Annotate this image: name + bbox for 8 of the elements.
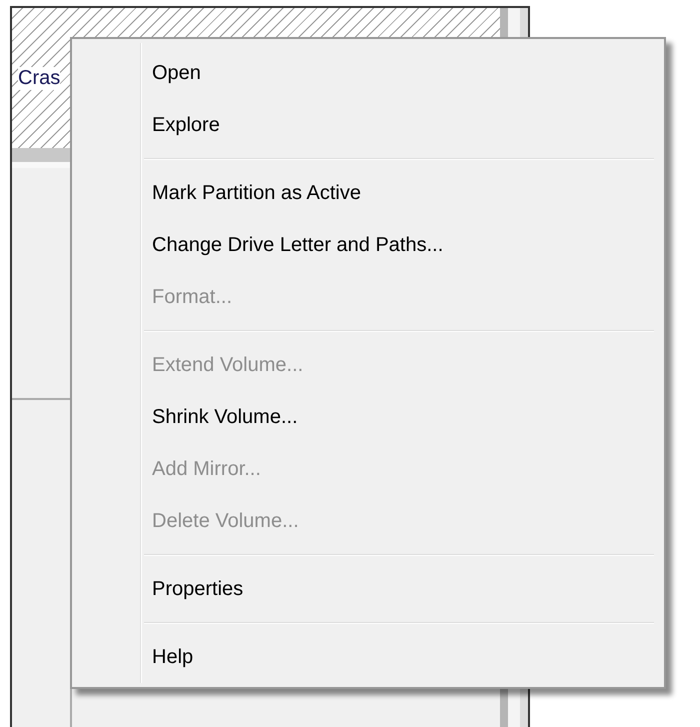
menu-item[interactable]: Shrink Volume... — [72, 391, 664, 443]
volume-label: Cras — [18, 66, 60, 90]
menu-item[interactable]: Properties — [72, 563, 664, 615]
menu-item[interactable]: Help — [72, 631, 664, 683]
menu-item[interactable]: Open — [72, 47, 664, 99]
menu-item[interactable]: Change Drive Letter and Paths... — [72, 219, 664, 271]
menu-item[interactable]: Mark Partition as Active — [72, 167, 664, 219]
menu-item[interactable]: Explore — [72, 99, 664, 151]
